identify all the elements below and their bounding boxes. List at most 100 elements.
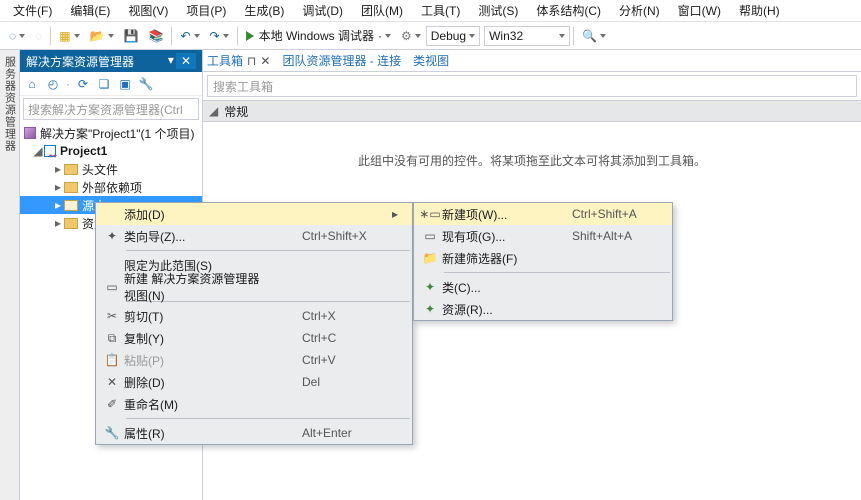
filter-icon: 📁 <box>418 251 442 265</box>
submenu-arrow-icon: ▸ <box>392 207 402 221</box>
ctx-new-item[interactable]: ∗▭新建项(W)...Ctrl+Shift+A <box>414 203 672 225</box>
panel-title-label: 解决方案资源管理器 <box>26 53 134 70</box>
project-icon <box>44 145 56 157</box>
config-combo[interactable]: Debug <box>426 26 480 46</box>
menu-arch[interactable]: 体系结构(C) <box>527 0 610 21</box>
ctx-shortcut: Ctrl+V <box>302 353 392 367</box>
refresh-icon[interactable]: ⟳ <box>75 76 91 92</box>
circle-nav-icon[interactable]: ◴ <box>45 76 61 92</box>
solution-label: 解决方案"Project1"(1 个项目) <box>40 125 195 142</box>
toolbox-search-placeholder: 搜索工具箱 <box>213 78 273 95</box>
tab-label: 工具箱 <box>207 52 243 69</box>
redo-button[interactable]: ↷ <box>206 25 233 47</box>
section-label: 常规 <box>224 103 248 120</box>
ctx-shortcut: Ctrl+Shift+A <box>572 207 662 221</box>
ctx-label: 类(C)... <box>442 279 572 296</box>
ctx-label: 重命名(M) <box>124 396 302 413</box>
folder-icon <box>64 182 78 193</box>
solution-node[interactable]: 解决方案"Project1"(1 个项目) <box>20 124 202 142</box>
debug-target-button[interactable]: ⚙ <box>397 25 425 47</box>
ctx-new-filter[interactable]: 📁新建筛选器(F) <box>414 247 672 269</box>
start-debug-label: 本地 Windows 调试器 <box>259 27 374 44</box>
existing-item-icon: ▭ <box>418 229 442 243</box>
start-debug-button[interactable]: 本地 Windows 调试器· <box>242 25 395 47</box>
panel-close-button[interactable]: ✕ <box>176 53 196 69</box>
panel-menu-button[interactable]: ▾ <box>168 53 174 69</box>
folder-search-icon: 🔍 <box>582 29 597 43</box>
undo-button[interactable]: ↶ <box>176 25 203 47</box>
main-menubar: 文件(F) 编辑(E) 视图(V) 项目(P) 生成(B) 调试(D) 团队(M… <box>0 0 861 22</box>
save-all-button[interactable]: 📚 <box>145 25 168 47</box>
cut-icon: ✂ <box>100 309 124 323</box>
toolbox-search-input[interactable]: 搜索工具箱 <box>207 75 857 97</box>
paste-icon: 📋 <box>100 353 124 367</box>
pin-icon[interactable]: ⊓ <box>247 54 256 68</box>
ctx-add[interactable]: 添加(D)▸ <box>96 203 412 225</box>
ctx-class-wizard[interactable]: ✦类向导(Z)...Ctrl+Shift+X <box>96 225 412 247</box>
ctx-label: 现有项(G)... <box>442 228 572 245</box>
toolbox-section-header[interactable]: ◢常规 <box>203 100 861 122</box>
nav-back-button[interactable]: ◌ <box>5 25 29 47</box>
tree-extern-node[interactable]: ▸外部依赖项 <box>20 178 202 196</box>
solution-search-input[interactable]: 搜索解决方案资源管理器(Ctrl <box>23 98 199 120</box>
close-icon[interactable]: ✕ <box>260 54 270 68</box>
ctx-cut[interactable]: ✂剪切(T)Ctrl+X <box>96 305 412 327</box>
context-submenu-add: ∗▭新建项(W)...Ctrl+Shift+A ▭现有项(G)...Shift+… <box>413 202 673 321</box>
open-file-button[interactable]: 📂 <box>86 25 118 47</box>
folder-icon <box>64 200 78 211</box>
menu-analyze[interactable]: 分析(N) <box>610 0 669 21</box>
ctx-existing-item[interactable]: ▭现有项(G)...Shift+Alt+A <box>414 225 672 247</box>
menu-edit[interactable]: 编辑(E) <box>61 0 119 21</box>
resource-icon: ✦ <box>418 302 442 316</box>
project-node[interactable]: ◢ Project1 <box>20 142 202 160</box>
expander-icon[interactable]: ◢ <box>32 144 44 158</box>
ctx-copy[interactable]: ⧉复制(Y)Ctrl+C <box>96 327 412 349</box>
delete-icon: ✕ <box>100 375 124 389</box>
properties-icon[interactable]: 🔧 <box>138 76 154 92</box>
project-label: Project1 <box>60 144 107 158</box>
menu-window[interactable]: 窗口(W) <box>669 0 730 21</box>
ctx-properties[interactable]: 🔧属性(R)Alt+Enter <box>96 422 412 444</box>
ctx-class[interactable]: ✦类(C)... <box>414 276 672 298</box>
tab-team-explorer[interactable]: 团队资源管理器 - 连接 <box>282 52 401 69</box>
expander-icon[interactable]: ▸ <box>52 216 64 230</box>
save-button[interactable]: 💾 <box>120 25 143 47</box>
menu-tools[interactable]: 工具(T) <box>412 0 469 21</box>
menu-team[interactable]: 团队(M) <box>352 0 412 21</box>
menu-help[interactable]: 帮助(H) <box>730 0 789 21</box>
menu-file[interactable]: 文件(F) <box>4 0 61 21</box>
ctx-rename[interactable]: ✐重命名(M) <box>96 393 412 415</box>
new-file-button[interactable]: ▦ <box>55 25 83 47</box>
menu-view[interactable]: 视图(V) <box>119 0 177 21</box>
menu-build[interactable]: 生成(B) <box>235 0 293 21</box>
ctx-delete[interactable]: ✕删除(D)Del <box>96 371 412 393</box>
solution-icon <box>24 127 36 139</box>
tree-headers-node[interactable]: ▸头文件 <box>20 160 202 178</box>
play-icon <box>246 31 254 41</box>
expander-icon[interactable]: ▸ <box>52 162 64 176</box>
nav-fwd-button[interactable]: ◌ <box>31 25 46 47</box>
menu-test[interactable]: 测试(S) <box>469 0 527 21</box>
tab-label: 团队资源管理器 - 连接 <box>282 52 401 69</box>
platform-combo[interactable]: Win32 <box>484 26 570 46</box>
ctx-paste: 📋粘贴(P)Ctrl+V <box>96 349 412 371</box>
ctx-label: 属性(R) <box>124 425 302 442</box>
tab-toolbox[interactable]: 工具箱 ⊓ ✕ <box>207 52 270 69</box>
tab-class-view[interactable]: 类视图 <box>413 52 449 69</box>
server-explorer-tab[interactable]: 服务器资源管理器 <box>0 50 20 500</box>
expander-icon[interactable]: ▸ <box>52 180 64 194</box>
expander-icon[interactable]: ▸ <box>52 198 64 212</box>
rename-icon: ✐ <box>100 397 124 411</box>
show-all-icon[interactable]: ❏ <box>96 76 112 92</box>
menu-project[interactable]: 项目(P) <box>177 0 235 21</box>
find-in-files-button[interactable]: 🔍 <box>578 25 610 47</box>
circle-right-icon: ◌ <box>35 29 42 43</box>
menu-debug[interactable]: 调试(D) <box>293 0 352 21</box>
collapse-icon[interactable]: ▣ <box>117 76 133 92</box>
ctx-shortcut: Ctrl+Shift+X <box>302 229 392 243</box>
home-icon[interactable]: ⌂ <box>24 76 40 92</box>
ctx-resource[interactable]: ✦资源(R)... <box>414 298 672 320</box>
folder-icon <box>64 218 78 229</box>
ctx-new-view[interactable]: ▭新建 解决方案资源管理器 视图(N) <box>96 276 412 298</box>
new-item-icon: ∗▭ <box>418 207 442 221</box>
